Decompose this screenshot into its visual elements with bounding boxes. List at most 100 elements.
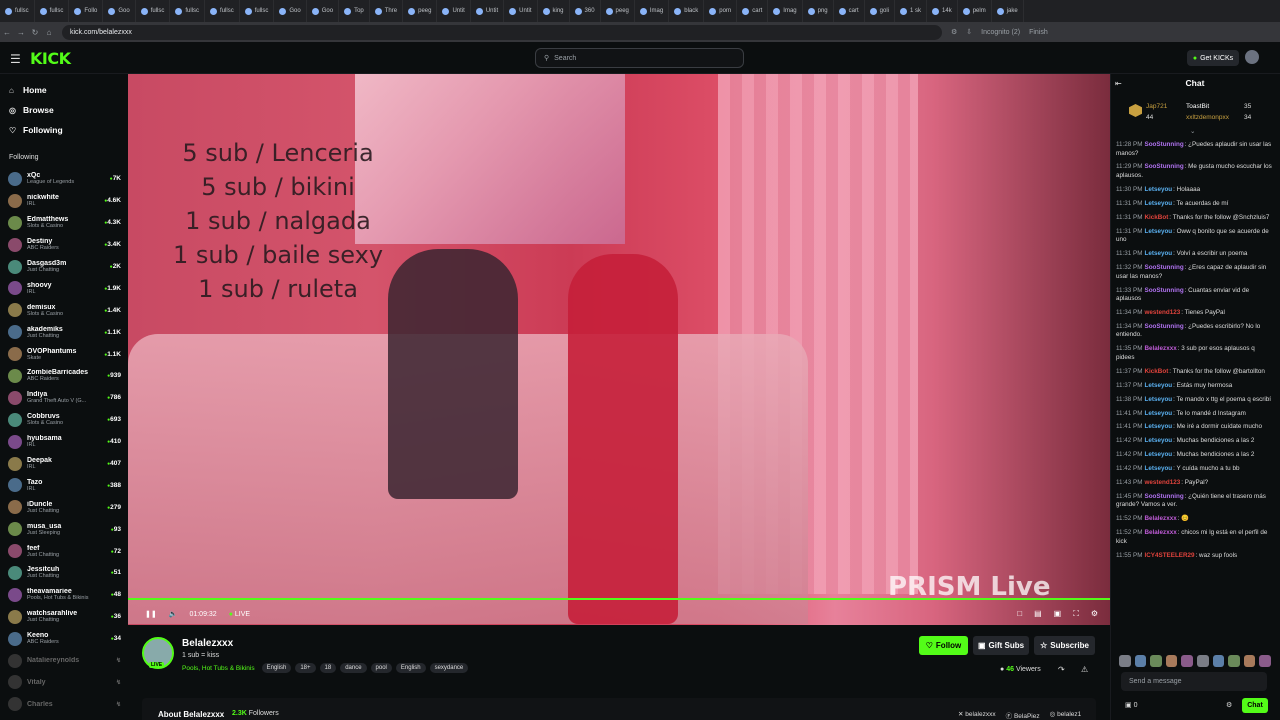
message-username[interactable]: Letseyou — [1145, 465, 1173, 472]
emote-icon[interactable] — [1228, 655, 1240, 667]
browser-tab[interactable]: Follo — [69, 0, 104, 22]
sidebar-item-home[interactable]: ⌂ Home — [0, 80, 127, 100]
browser-tab[interactable]: Goo — [307, 0, 340, 22]
sidebar-channel[interactable]: demisuxSlots & Casino1.4K — [0, 299, 127, 321]
browser-tab[interactable]: Goo — [274, 0, 307, 22]
browser-tab[interactable]: Untit — [471, 0, 505, 22]
message-username[interactable]: Belalezxxx — [1145, 345, 1177, 352]
sidebar-channel[interactable]: iDuncleJust Chatting279 — [0, 496, 127, 518]
message-username[interactable]: Letseyou — [1145, 437, 1173, 444]
settings-icon[interactable]: ⚙ — [1091, 609, 1098, 619]
chat-points[interactable]: ▣ 0 — [1125, 701, 1137, 709]
browser-tab[interactable]: king — [538, 0, 570, 22]
emote-icon[interactable] — [1212, 655, 1225, 667]
volume-icon[interactable]: 🔈 — [169, 610, 178, 618]
social-link[interactable]: Ⓕ BelaPiez — [1006, 710, 1040, 720]
browser-tab[interactable]: fullsc — [35, 0, 70, 22]
stream-tag[interactable]: English — [395, 663, 426, 673]
url-bar[interactable]: kick.com/belalezxxx — [62, 24, 942, 40]
sidebar-channel[interactable]: musa_usaJust Sleeping93 — [0, 518, 127, 540]
sidebar-channel[interactable]: ZombieBarricadesABC Raiders939 — [0, 365, 127, 387]
browser-tab[interactable]: goli — [865, 0, 895, 22]
emote-icon[interactable] — [1134, 655, 1147, 667]
browser-tab[interactable]: Goo — [103, 0, 136, 22]
browser-tab[interactable]: porn — [704, 0, 738, 22]
message-username[interactable]: Letseyou — [1145, 451, 1173, 458]
incognito-label[interactable]: Incognito (2) — [981, 29, 1020, 36]
emote-icon[interactable] — [1243, 655, 1256, 667]
browser-tab[interactable]: peeg — [403, 0, 438, 22]
stream-tag[interactable]: English — [261, 663, 292, 673]
social-link[interactable]: ◎ belalez1 — [1050, 710, 1082, 720]
emote-icon[interactable] — [1259, 655, 1271, 667]
sidebar-item-following[interactable]: ♡ Following — [0, 120, 127, 140]
browser-tab[interactable]: fullsc — [0, 0, 35, 22]
message-username[interactable]: SooStunning — [1145, 323, 1184, 330]
stream-tag[interactable]: pool — [370, 663, 392, 673]
sidebar-channel[interactable]: Dasgasd3mJust Chatting2K — [0, 256, 127, 278]
social-link[interactable]: ✕ belalezxxx — [958, 710, 996, 720]
message-username[interactable]: Letseyou — [1145, 396, 1173, 403]
browser-tab[interactable]: 14k — [927, 0, 958, 22]
browser-tab[interactable]: fullsc — [205, 0, 240, 22]
forward-icon[interactable]: → — [14, 28, 28, 37]
browser-tab[interactable]: Top — [339, 0, 370, 22]
sidebar-channel[interactable]: feefJust Chatting72 — [0, 540, 127, 562]
sidebar-channel[interactable]: DeepakIRL407 — [0, 453, 127, 475]
chat-settings-icon[interactable]: ⚙ — [1226, 701, 1232, 709]
message-username[interactable]: KickBot — [1145, 214, 1169, 221]
message-username[interactable]: SooStunning — [1145, 287, 1184, 294]
sidebar-channel-offline[interactable]: Vitaly ↯ — [0, 671, 127, 693]
sidebar-channel[interactable]: JessitcuhJust Chatting51 — [0, 562, 127, 584]
sidebar-channel[interactable]: DestinyABC Raiders3.4K — [0, 234, 127, 256]
browser-tab[interactable]: png — [803, 0, 834, 22]
sidebar-channel[interactable]: shoovyIRL1.9K — [0, 277, 127, 299]
browser-tab[interactable]: Imag — [635, 0, 670, 22]
message-username[interactable]: SooStunning — [1145, 264, 1184, 271]
chat-send-button[interactable]: Chat — [1242, 698, 1268, 713]
browser-tab[interactable]: 360 — [570, 0, 601, 22]
emote-icon[interactable] — [1119, 655, 1131, 667]
emote-icon[interactable] — [1165, 655, 1178, 667]
get-kicks-button[interactable]: ● Get KICKs — [1187, 50, 1239, 66]
pip-icon[interactable]: ▣ — [1054, 609, 1062, 619]
sidebar-channel[interactable]: hyubsamaIRL410 — [0, 431, 127, 453]
message-username[interactable]: westend123 — [1145, 309, 1181, 316]
playback-progress-bar[interactable] — [128, 598, 1110, 600]
chat-input[interactable]: Send a message — [1121, 672, 1267, 691]
kick-logo[interactable]: KICK — [30, 49, 71, 68]
sidebar-channel[interactable]: IndiyaGrand Theft Auto V (G...786 — [0, 387, 127, 409]
browser-tab[interactable]: Untit — [504, 0, 538, 22]
browser-tab[interactable]: fullsc — [136, 0, 171, 22]
sidebar-channel[interactable]: TazoIRL388 — [0, 474, 127, 496]
message-username[interactable]: Letseyou — [1145, 228, 1173, 235]
finish-button[interactable]: Finish — [1029, 29, 1048, 36]
message-username[interactable]: Letseyou — [1145, 186, 1173, 193]
stream-tag[interactable]: 18+ — [295, 663, 316, 673]
emote-icon[interactable] — [1196, 655, 1209, 667]
message-username[interactable]: SooStunning — [1145, 141, 1184, 148]
stream-tag[interactable]: 18 — [319, 663, 337, 673]
browser-tab[interactable]: Thre — [370, 0, 404, 22]
browser-tab[interactable]: cart — [834, 0, 865, 22]
sidebar-channel[interactable]: KeenoABC Raiders34 — [0, 628, 127, 650]
browser-tab[interactable]: fullsc — [170, 0, 206, 22]
browser-tab[interactable]: Untit — [437, 0, 471, 22]
theater-mode-icon[interactable]: ▤ — [1034, 609, 1042, 619]
extensions-icon[interactable]: ⚙ — [951, 28, 957, 36]
sidebar-channel[interactable]: xQcLeague of Legends7K — [0, 168, 127, 190]
message-username[interactable]: ICY4STEELER29 — [1145, 552, 1195, 559]
leaderboard-expand-icon[interactable]: ⌄ — [1190, 127, 1195, 135]
sidebar-channel[interactable]: nickwhiteIRL4.6K — [0, 190, 127, 212]
fullscreen-icon[interactable]: ⛶ — [1073, 609, 1079, 619]
back-icon[interactable]: ← — [0, 28, 14, 37]
message-username[interactable]: Belalezxxx — [1145, 529, 1177, 536]
sidebar-channel-offline[interactable]: Nataliereynolds ↯ — [0, 650, 127, 672]
stream-tag[interactable]: sexydance — [429, 663, 469, 673]
category-link[interactable]: Pools, Hot Tubs & Bikinis — [182, 665, 255, 672]
sidebar-channel[interactable]: EdmatthewsSlots & Casino4.3K — [0, 212, 127, 234]
report-icon[interactable]: ⚠ — [1081, 665, 1088, 674]
leader-third-name[interactable]: xxltzdemonpxx — [1186, 114, 1229, 121]
message-username[interactable]: SooStunning — [1145, 163, 1184, 170]
browser-tab[interactable]: cart — [737, 0, 769, 22]
